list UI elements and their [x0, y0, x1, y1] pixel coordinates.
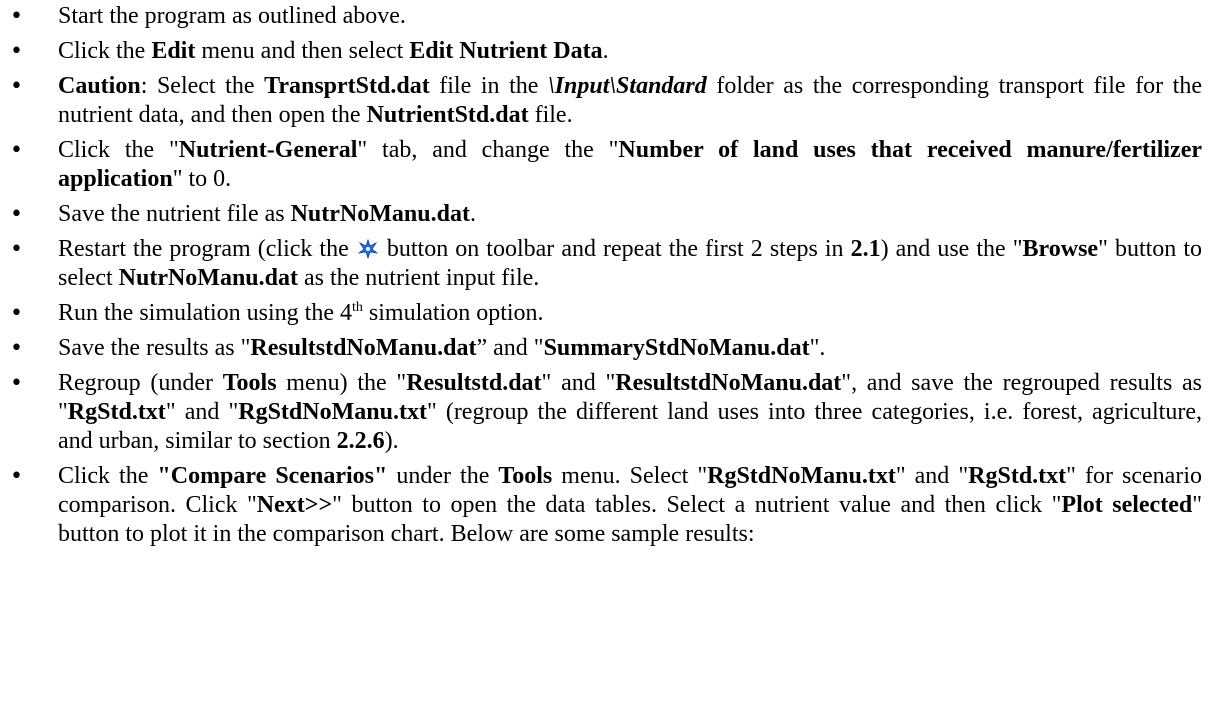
plot-selected-button-ref: Plot selected [1061, 492, 1193, 518]
list-item: Click the Edit menu and then select Edit… [8, 37, 1202, 66]
restart-star-icon [357, 238, 379, 260]
caution-label: Caution [58, 73, 141, 99]
folder-ref: \Input\Standard [548, 73, 707, 99]
file-ref: TransprtStd.dat [264, 73, 430, 99]
tools-menu-ref: Tools [498, 463, 553, 489]
list-item: Caution: Select the TransprtStd.dat file… [8, 72, 1202, 130]
section-ref: 2.1 [850, 236, 881, 262]
file-ref: NutrientStd.dat [366, 102, 529, 128]
list-item: Save the nutrient file as NutrNoManu.dat… [8, 200, 1202, 229]
edit-menu-ref: Edit [151, 38, 196, 64]
list-item: Regroup (under Tools menu) the "Resultst… [8, 369, 1202, 456]
list-item: Restart the program (click the button on… [8, 235, 1202, 293]
document-page: Start the program as outlined above. Cli… [0, 0, 1220, 719]
instruction-list: Start the program as outlined above. Cli… [8, 2, 1202, 549]
file-ref: ResultstdNoManu.dat [615, 370, 842, 396]
section-ref: 2.2.6 [336, 428, 385, 454]
file-ref: RgStd.txt [67, 399, 166, 425]
file-ref: RgStd.txt [968, 463, 1067, 489]
file-ref: ResultstdNoManu.dat [250, 335, 477, 361]
browse-button-ref: Browse [1022, 236, 1099, 262]
list-item: Run the simulation using the 4th simulat… [8, 299, 1202, 328]
file-ref: Resultstd.dat [406, 370, 542, 396]
file-ref: NutrNoManu.dat [290, 201, 470, 227]
list-item: Save the results as "ResultstdNoManu.dat… [8, 334, 1202, 363]
file-ref: NutrNoManu.dat [118, 265, 298, 291]
compare-scenarios-ref: "Compare Scenarios" [157, 463, 388, 489]
file-ref: RgStdNoManu.txt [238, 399, 427, 425]
list-item: Click the "Nutrient-General" tab, and ch… [8, 136, 1202, 194]
edit-nutrient-data-ref: Edit Nutrient Data [409, 38, 603, 64]
file-ref: SummaryStdNoManu.dat [543, 335, 810, 361]
list-item: Click the "Compare Scenarios" under the … [8, 462, 1202, 549]
next-button-ref: Next>> [256, 492, 333, 518]
tab-ref: Nutrient-General [178, 137, 358, 163]
tools-menu-ref: Tools [222, 370, 277, 396]
list-item: Start the program as outlined above. [8, 2, 1202, 31]
file-ref: RgStdNoManu.txt [707, 463, 896, 489]
